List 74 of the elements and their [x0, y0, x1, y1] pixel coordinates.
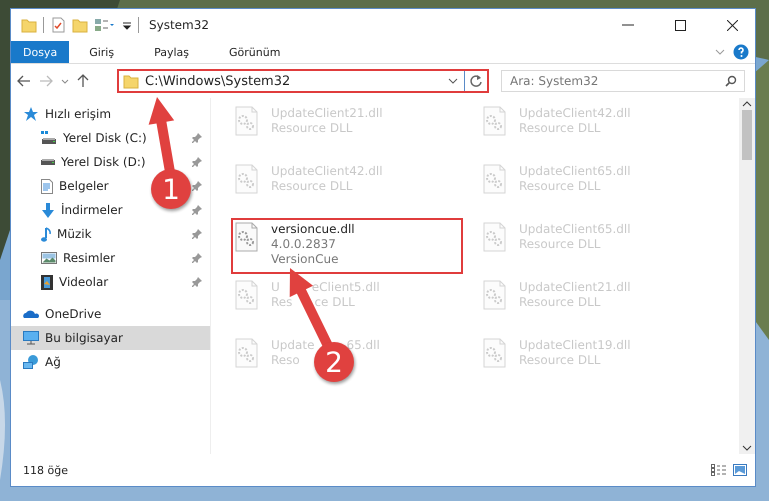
music-note-icon — [41, 226, 51, 242]
ribbon-tab[interactable]: Paylaş — [134, 41, 209, 63]
scrollbar-thumb[interactable] — [742, 110, 752, 160]
help-icon[interactable] — [733, 44, 749, 60]
search-field[interactable]: Ara: System32 — [501, 70, 745, 92]
sidebar-item[interactable]: Ağ — [45, 355, 61, 369]
file-gear-icon[interactable] — [483, 106, 507, 136]
address-bar[interactable]: C:\Windows\System32 — [117, 69, 489, 93]
film-icon — [41, 274, 53, 290]
file-gear-icon[interactable] — [235, 164, 259, 194]
scroll-down-icon[interactable] — [742, 445, 752, 451]
up-arrow-icon[interactable] — [77, 74, 89, 88]
drive-icon — [41, 159, 55, 165]
file-gear-icon[interactable] — [235, 106, 259, 136]
ribbon-tab[interactable]: Giriş — [69, 41, 134, 63]
maximize-icon[interactable] — [674, 20, 686, 30]
star-icon — [23, 106, 39, 122]
ribbon-tab[interactable]: Görünüm — [209, 41, 300, 63]
minimize-icon[interactable] — [622, 24, 634, 26]
address-path: C:\Windows\System32 — [145, 74, 292, 88]
scrollbar[interactable] — [739, 98, 755, 454]
network-icon — [23, 355, 39, 369]
file-gear-icon[interactable] — [483, 280, 507, 310]
pin-icon[interactable] — [192, 277, 202, 287]
forward-arrow-icon[interactable] — [39, 75, 53, 87]
file-name: versioncue.dll — [271, 222, 355, 236]
drive-icon — [41, 131, 57, 145]
sidebar-item[interactable]: Yerel Disk (D:) — [61, 155, 146, 169]
pin-icon[interactable] — [192, 157, 202, 167]
pin-icon[interactable] — [192, 253, 202, 263]
file-detail: VersionCue — [271, 252, 338, 266]
file-gear-icon[interactable] — [483, 338, 507, 368]
folder-icon[interactable] — [21, 17, 37, 33]
chevron-icon[interactable] — [448, 78, 458, 84]
back-arrow-icon[interactable] — [17, 75, 31, 87]
item-count: 118 öğe — [23, 464, 68, 476]
checklist-icon[interactable] — [50, 17, 66, 33]
close-icon[interactable] — [726, 20, 738, 30]
monitor-icon — [23, 331, 39, 345]
download-icon — [41, 202, 55, 218]
file-gear-icon[interactable] — [483, 164, 507, 194]
picture-icon — [41, 252, 57, 264]
file-gear-icon[interactable] — [235, 338, 259, 368]
pin-icon[interactable] — [192, 181, 202, 191]
sidebar-item[interactable]: Hızlı erişim — [45, 107, 112, 121]
sidebar-item[interactable]: Belgeler — [59, 179, 109, 193]
large-icons-view-icon[interactable] — [733, 464, 747, 476]
document-icon — [41, 178, 53, 194]
file-detail: 4.0.0.2837 — [271, 237, 336, 251]
ribbon-tab[interactable]: Dosya — [11, 41, 70, 63]
pin-icon[interactable] — [192, 205, 202, 215]
file-gear-icon[interactable] — [235, 222, 259, 252]
window-title: System32 — [149, 18, 210, 32]
folder-icon — [123, 73, 139, 89]
sidebar-item[interactable]: Müzik — [57, 227, 92, 241]
folder-icon[interactable] — [72, 17, 88, 33]
sidebar-item[interactable]: İndirmeler — [61, 203, 123, 217]
scroll-up-icon[interactable] — [742, 101, 752, 107]
sidebar-item[interactable]: Yerel Disk (C:) — [63, 131, 147, 145]
refresh-icon[interactable] — [469, 74, 483, 88]
sidebar-item[interactable]: OneDrive — [45, 307, 102, 321]
sidebar-item[interactable]: Bu bilgisayar — [11, 326, 210, 350]
sidebar-item[interactable]: Resimler — [63, 251, 116, 265]
details-view-icon[interactable] — [711, 464, 727, 476]
pin-icon[interactable] — [192, 133, 202, 143]
chevron-icon[interactable] — [61, 78, 69, 84]
sidebar-item[interactable]: Videolar — [59, 275, 108, 289]
file-gear-icon[interactable] — [483, 222, 507, 252]
file-gear-icon[interactable] — [235, 280, 259, 310]
pin-icon[interactable] — [192, 229, 202, 239]
search-icon[interactable] — [725, 75, 737, 87]
cloud-icon — [23, 310, 39, 318]
highlighted-file[interactable]: versioncue.dll 4.0.0.2837 VersionCue — [231, 218, 463, 274]
properties-icon[interactable] — [94, 17, 116, 33]
